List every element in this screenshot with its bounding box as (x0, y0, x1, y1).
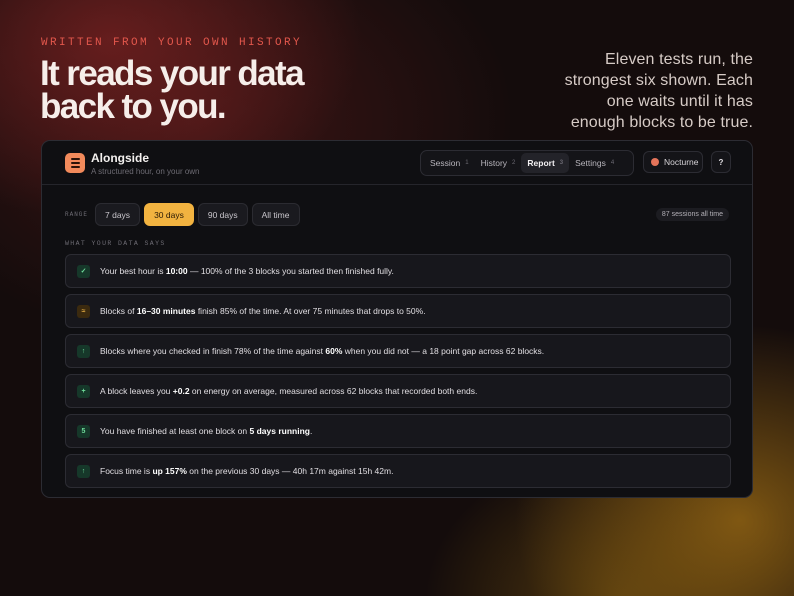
insight-row: 5 You have finished at least one block on… (65, 414, 731, 448)
insight-text-part: when you did not — a 18 point gap across… (342, 346, 545, 356)
insight-text-part: on the previous 30 days — 40h 17m agains… (186, 466, 394, 476)
insight-text-part: finish 85% of the time. At over 75 minut… (195, 306, 426, 316)
insight-text: Your best hour is 10:00 — 100% of the 3 … (100, 266, 394, 276)
eyebrow: WRITTEN FROM YOUR OWN HISTORY (41, 37, 303, 49)
tab-history[interactable]: History 2 (475, 153, 522, 173)
insight-highlight: 10:00 (165, 266, 188, 276)
tab-label: Settings (575, 158, 606, 168)
menu-icon[interactable] (65, 153, 85, 173)
app-window: Alongside A structured hour, on your own… (41, 140, 753, 498)
side-note: Eleven tests run, the strongest six show… (564, 51, 753, 131)
insight-highlight: +0.2 (172, 386, 190, 396)
insights-list: ✓ Your best hour is 10:00 — 100% of the 3… (65, 254, 731, 494)
tab-shortcut-number: 3 (559, 160, 564, 166)
insight-row: + A block leaves you +0.2 on energy on av… (65, 374, 731, 408)
insight-text: Blocks where you checked in finish 78% o… (100, 346, 544, 356)
help-button[interactable]: ? (711, 151, 731, 173)
check-icon: ✓ (77, 264, 90, 278)
theme-dot-icon (651, 158, 659, 166)
app-subtitle: A structured hour, on your own (91, 167, 200, 176)
insight-highlight: 16–30 minutes (136, 306, 196, 316)
app-name: Alongside (91, 151, 150, 165)
theme-label: Nocturne (664, 157, 699, 167)
insight-row: ✓ Your best hour is 10:00 — 100% of the 3… (65, 254, 731, 288)
tab-settings[interactable]: Settings 4 (569, 153, 620, 173)
approx-icon: ≈ (77, 304, 90, 318)
tab-shortcut-number: 1 (465, 160, 469, 166)
tab-report[interactable]: Report 3 (521, 153, 570, 173)
insight-text: Blocks of 16–30 minutes finish 85% of th… (100, 306, 426, 316)
insight-text-part: . (309, 426, 313, 436)
main-nav: Session 1 History 2 Report 3 Settings 4 (420, 150, 634, 176)
range-option-7-days[interactable]: 7 days (95, 203, 141, 226)
insight-text: A block leaves you +0.2 on energy on ave… (100, 386, 477, 396)
arrow-up-icon: ↑ (77, 344, 90, 358)
plus-icon: + (77, 384, 90, 398)
insight-row: ↑ Focus time is up 157% on the previous 3… (65, 454, 731, 488)
range-option-all-time[interactable]: All time (251, 203, 300, 226)
tab-session[interactable]: Session 1 (424, 153, 475, 173)
insight-row: ↑ Blocks where you checked in finish 78% … (65, 334, 731, 368)
tab-label: History (480, 158, 508, 168)
streak-count-icon: 5 (77, 424, 90, 438)
theme-button[interactable]: Nocturne (643, 151, 703, 173)
insight-text: You have finished at least one block on … (100, 426, 312, 436)
insight-highlight: up 157% (152, 466, 187, 476)
insight-text-part: on energy on average, measured across 62… (189, 386, 478, 396)
section-label: WHAT YOUR DATA SAYS (65, 240, 166, 247)
range-option-30-days[interactable]: 30 days (144, 203, 194, 226)
insight-text-part: Your best hour is (100, 266, 166, 276)
range-selector: RANGE 7 days 30 days 90 days All time (65, 203, 304, 226)
tab-label: Session (430, 158, 461, 168)
tab-shortcut-number: 4 (610, 160, 615, 166)
range-label: RANGE (65, 211, 89, 218)
tab-label: Report (527, 158, 555, 168)
insight-highlight: 5 days running (249, 426, 310, 436)
insight-text-part: — 100% of the 3 blocks you started then … (187, 266, 394, 276)
tab-shortcut-number: 2 (512, 160, 516, 166)
insight-text-part: Blocks of (100, 306, 137, 316)
range-option-90-days[interactable]: 90 days (197, 203, 248, 226)
insight-text-part: Blocks where you checked in finish 78% o… (100, 346, 326, 356)
insight-text-part: A block leaves you (100, 386, 173, 396)
insight-highlight: 60% (325, 346, 343, 356)
insight-text-part: Focus time is (100, 466, 153, 476)
top-bar: Alongside A structured hour, on your own… (42, 141, 752, 185)
sessions-count-badge: 87 sessions all time (655, 208, 729, 221)
insight-text-part: You have finished at least one block on (100, 426, 250, 436)
headline: It reads your data back to you. (40, 54, 305, 126)
insight-text: Focus time is up 157% on the previous 30… (100, 466, 393, 476)
insight-row: ≈ Blocks of 16–30 minutes finish 85% of t… (65, 294, 731, 328)
arrow-up-icon: ↑ (77, 464, 90, 478)
